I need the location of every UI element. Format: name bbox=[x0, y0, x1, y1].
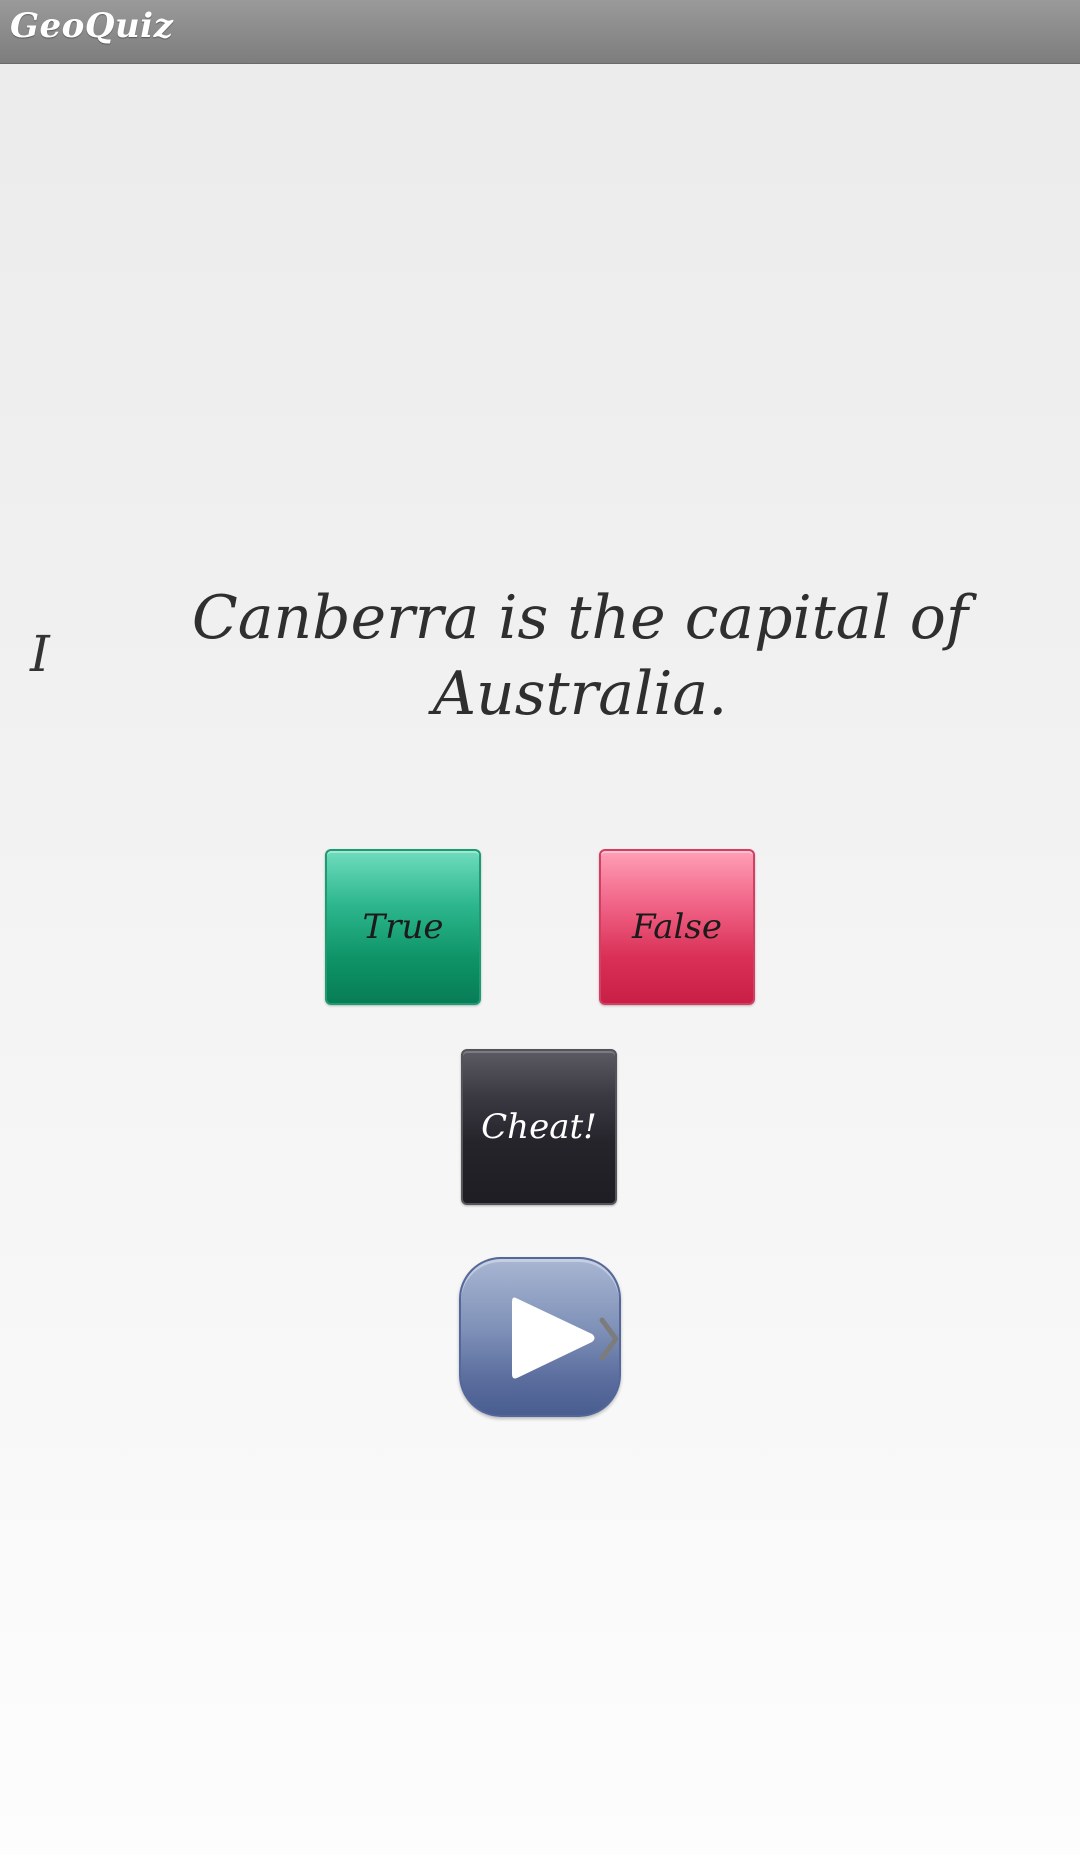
cheat-button[interactable]: Cheat! bbox=[461, 1049, 617, 1205]
true-button[interactable]: True bbox=[325, 849, 481, 1005]
app-title: GeoQuiz bbox=[10, 6, 174, 46]
cheat-button-label: Cheat! bbox=[481, 1107, 597, 1147]
title-bar: GeoQuiz bbox=[0, 0, 1080, 63]
question-index: I bbox=[30, 625, 50, 683]
false-button-label: False bbox=[632, 907, 722, 947]
next-button[interactable] bbox=[459, 1257, 621, 1417]
false-button[interactable]: False bbox=[599, 849, 755, 1005]
play-icon bbox=[512, 1297, 595, 1379]
true-button-label: True bbox=[362, 907, 444, 947]
chevron-right-icon bbox=[599, 1317, 619, 1361]
question-text: Canberra is the capital of Australia. bbox=[191, 583, 969, 729]
